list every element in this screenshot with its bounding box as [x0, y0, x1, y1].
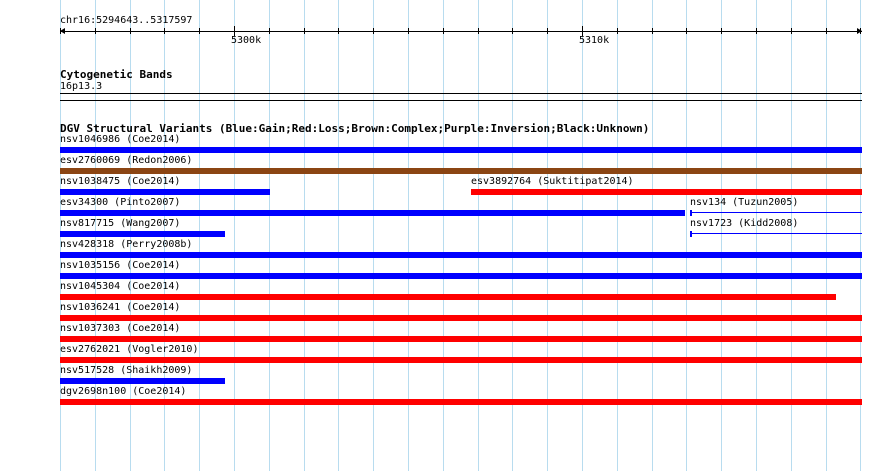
- ruler-minor-tick: [478, 28, 479, 34]
- feature-bar[interactable]: [60, 336, 862, 342]
- cytoband-track-title: Cytogenetic Bands: [60, 68, 173, 81]
- feature-bar[interactable]: [60, 357, 862, 363]
- feature-bar-block[interactable]: [690, 210, 692, 216]
- feature-label[interactable]: esv3892764 (Suktitipat2014): [471, 176, 634, 188]
- feature-bar[interactable]: [60, 399, 862, 405]
- feature-label[interactable]: nsv1037303 (Coe2014): [60, 323, 180, 335]
- ruler-minor-tick: [652, 28, 653, 34]
- ruler-minor-tick: [338, 28, 339, 34]
- ruler-minor-tick: [199, 28, 200, 34]
- ruler-minor-tick: [791, 28, 792, 34]
- feature-label[interactable]: esv2762021 (Vogler2010): [60, 344, 198, 356]
- cytoband-label: 16p13.3: [60, 81, 103, 92]
- feature-bar[interactable]: [60, 189, 270, 195]
- feature-bar[interactable]: [60, 147, 862, 153]
- ruler-minor-tick: [373, 28, 374, 34]
- feature-label[interactable]: nsv1035156 (Coe2014): [60, 260, 180, 272]
- feature-bar[interactable]: [471, 189, 862, 195]
- feature-bar[interactable]: [60, 294, 836, 300]
- feature-label[interactable]: esv34300 (Pinto2007): [60, 197, 180, 209]
- feature-bar[interactable]: [690, 233, 862, 234]
- feature-label[interactable]: esv2760069 (Redon2006): [60, 155, 192, 167]
- ruler-minor-tick: [547, 28, 548, 34]
- genome-browser-canvas: chr16:5294643..5317597 5300k 5310k Cytog…: [0, 0, 890, 471]
- ruler-minor-tick: [860, 28, 861, 34]
- ruler-minor-tick: [304, 28, 305, 34]
- ruler-minor-tick: [60, 28, 61, 34]
- ruler-axis-line: [60, 31, 862, 32]
- feature-bar[interactable]: [60, 252, 862, 258]
- feature-label[interactable]: nsv1723 (Kidd2008): [690, 218, 798, 230]
- feature-bar[interactable]: [690, 212, 862, 213]
- ruler-minor-tick: [617, 28, 618, 34]
- feature-label[interactable]: nsv1036241 (Coe2014): [60, 302, 180, 314]
- feature-label[interactable]: nsv428318 (Perry2008b): [60, 239, 192, 251]
- ruler-minor-tick: [721, 28, 722, 34]
- feature-label[interactable]: nsv1046986 (Coe2014): [60, 134, 180, 146]
- ruler-minor-tick: [269, 28, 270, 34]
- ruler-minor-tick: [756, 28, 757, 34]
- feature-bar[interactable]: [60, 315, 862, 321]
- ruler-major-label: 5300k: [231, 35, 262, 46]
- ruler-minor-tick: [686, 28, 687, 34]
- feature-label[interactable]: dgv2698n100 (Coe2014): [60, 386, 186, 398]
- feature-label[interactable]: nsv817715 (Wang2007): [60, 218, 180, 230]
- ruler-minor-tick: [130, 28, 131, 34]
- ruler-minor-tick: [512, 28, 513, 34]
- ruler-minor-tick: [826, 28, 827, 34]
- feature-bar[interactable]: [60, 210, 685, 216]
- feature-bar[interactable]: [60, 168, 862, 174]
- ruler-minor-tick: [95, 28, 96, 34]
- feature-label[interactable]: nsv1038475 (Coe2014): [60, 176, 180, 188]
- ruler-range-label: chr16:5294643..5317597: [60, 15, 193, 26]
- feature-label[interactable]: nsv517528 (Shaikh2009): [60, 365, 192, 377]
- ruler-minor-tick: [408, 28, 409, 34]
- ruler-major-label: 5310k: [579, 35, 610, 46]
- feature-label[interactable]: nsv1045304 (Coe2014): [60, 281, 180, 293]
- feature-bar-block[interactable]: [690, 231, 692, 237]
- ruler-minor-tick: [164, 28, 165, 34]
- feature-label[interactable]: nsv134 (Tuzun2005): [690, 197, 798, 209]
- cytoband-bar-bottom: [60, 100, 862, 101]
- ruler-minor-tick: [443, 28, 444, 34]
- cytoband-bar-top: [60, 93, 862, 94]
- feature-bar[interactable]: [60, 378, 225, 384]
- feature-bar[interactable]: [60, 231, 225, 237]
- feature-bar[interactable]: [60, 273, 862, 279]
